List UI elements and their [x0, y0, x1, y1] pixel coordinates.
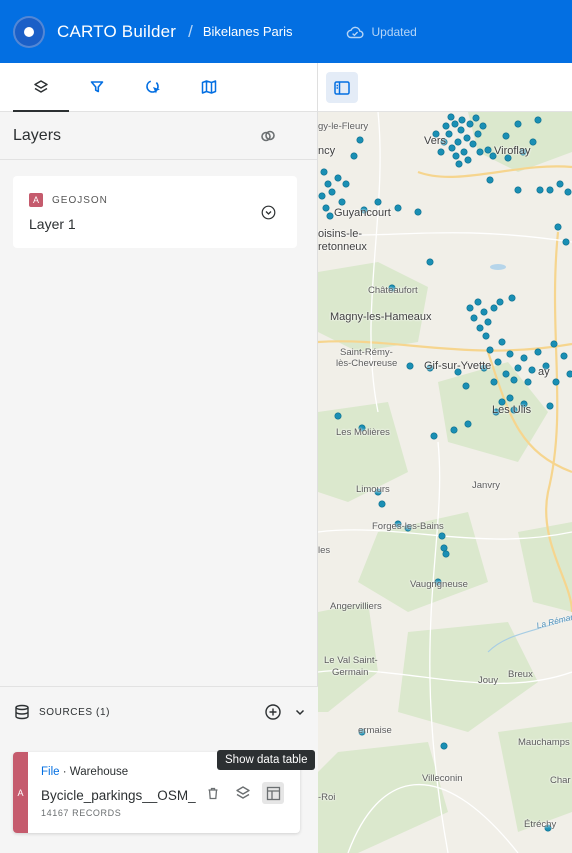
map-name[interactable]: Bikelanes Paris — [203, 24, 293, 39]
map-label: Les Molières — [336, 427, 390, 438]
map-label: Étréchy — [524, 819, 557, 830]
map-label: Vers — [424, 135, 447, 147]
source-meta-dot: · — [59, 766, 70, 778]
map-label: Breux — [508, 669, 533, 680]
table-icon — [266, 786, 280, 800]
map-label: Châteaufort — [368, 285, 418, 296]
database-icon — [15, 704, 29, 720]
map-label: Jouy — [478, 675, 499, 686]
map-label: Guyancourt — [334, 207, 391, 219]
map-label: retonneux — [318, 241, 367, 253]
map-label: ermaise — [358, 725, 392, 736]
app-title: CARTO Builder — [57, 21, 177, 41]
map-label: Viroflay — [494, 145, 531, 157]
sidebar-toggle-icon — [334, 80, 350, 95]
tab-layers[interactable] — [13, 63, 69, 112]
source-meta: File · Warehouse — [41, 766, 128, 778]
chevron-down-icon[interactable] — [294, 706, 306, 718]
map-label: ncy — [318, 145, 336, 157]
delete-source-button[interactable] — [202, 782, 224, 804]
map-view[interactable]: gy-le-Fleury Vers Viroflay ncy Guyancour… — [318, 63, 572, 853]
save-status-label: Updated — [371, 24, 417, 39]
map-label: -Roi — [318, 792, 336, 803]
carto-logo-icon[interactable] — [13, 15, 45, 48]
source-name: Bycicle_parkings__OSM_ — [41, 788, 196, 803]
layers-icon — [34, 80, 48, 93]
interactions-icon — [145, 79, 160, 93]
filter-icon — [90, 81, 104, 93]
map-label: Limours — [356, 484, 390, 495]
map-label: les — [318, 545, 331, 556]
map-label: oisins-le- — [318, 228, 363, 240]
map-label: lès-Chevreuse — [336, 358, 398, 369]
map-toolbar — [318, 63, 572, 112]
basemap-icon — [201, 80, 217, 94]
map-label: Saint-Rémy- — [340, 347, 393, 358]
layer-card[interactable]: A GEOJSON Layer 1 — [13, 176, 297, 248]
source-location: Warehouse — [69, 766, 129, 778]
map-label: Germain — [332, 667, 369, 678]
layer-badge: A — [29, 193, 43, 207]
sources-header: SOURCES (1) — [0, 687, 318, 737]
source-record-count: 14167 RECORDS — [41, 808, 122, 818]
map-label: Forges-les-Bains — [372, 521, 444, 532]
map-label: Angervilliers — [330, 601, 382, 612]
map-label: Villeconin — [422, 773, 463, 784]
show-data-table-tooltip: Show data table — [217, 750, 316, 770]
sidebar-tabs — [0, 63, 317, 112]
layer-type-label: GEOJSON — [52, 194, 108, 206]
source-kind: File — [41, 766, 60, 778]
layers-header: Layers — [0, 112, 317, 160]
sources-label: SOURCES (1) — [39, 706, 111, 718]
breadcrumb-separator: / — [188, 21, 193, 41]
map-label: Le Val Saint- — [324, 655, 378, 666]
layer-name: Layer 1 — [29, 216, 76, 232]
cloud-check-icon — [347, 26, 364, 38]
sidebar: Layers A GEOJSON Layer 1 SOURCES (1) A F… — [0, 63, 318, 853]
source-badge: A — [13, 752, 28, 833]
map-label: Mauchamps — [518, 737, 570, 748]
chevron-down-circle-icon[interactable] — [261, 205, 276, 220]
link-icon[interactable] — [260, 128, 276, 144]
save-status: Updated — [346, 24, 417, 39]
add-source-icon[interactable] — [264, 703, 282, 721]
map-label: Char — [550, 775, 571, 786]
show-data-table-button[interactable] — [262, 782, 284, 804]
map-label: Vaugrigneuse — [410, 579, 468, 590]
map-label: Magny-les-Hameaux — [330, 311, 432, 323]
map-label: ay — [538, 366, 550, 378]
trash-icon — [208, 787, 218, 799]
tab-interactions[interactable] — [125, 63, 181, 111]
map-label: Janvry — [472, 480, 500, 491]
tab-filters[interactable] — [69, 63, 125, 111]
map-label: Gif-sur-Yvette — [424, 360, 492, 372]
map-label: Les Ulis — [492, 404, 532, 416]
add-layer-from-source-button[interactable] — [232, 782, 254, 804]
map-label: gy-le-Fleury — [318, 121, 369, 132]
layers-plus-icon — [236, 786, 250, 799]
source-actions — [202, 782, 284, 804]
tab-basemaps[interactable] — [181, 63, 237, 111]
layers-title: Layers — [13, 126, 62, 144]
app-header: CARTO Builder / Bikelanes Paris Updated — [0, 0, 572, 63]
toggle-panel-button[interactable] — [326, 72, 358, 103]
